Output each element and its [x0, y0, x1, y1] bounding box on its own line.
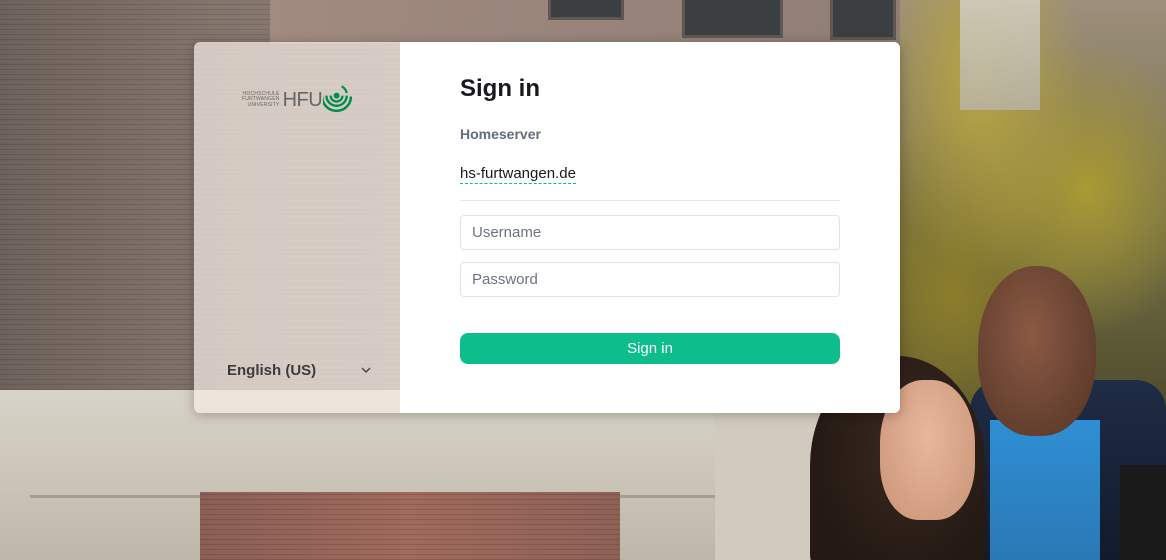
building-window	[830, 0, 896, 40]
login-card: HOCHSCHULE FURTWANGEN UNIVERSITY HFU Eng…	[194, 42, 900, 413]
divider	[460, 200, 840, 201]
password-input[interactable]	[460, 262, 840, 297]
person-shirt	[990, 420, 1100, 560]
login-form-panel: Sign in Homeserver hs-furtwangen.de Sign…	[400, 42, 900, 413]
hfu-logo: HOCHSCHULE FURTWANGEN UNIVERSITY HFU	[242, 78, 352, 122]
homeserver-label: Homeserver	[460, 126, 541, 142]
logo-text: HFU	[282, 89, 323, 111]
username-input[interactable]	[460, 215, 840, 250]
logo-arcs-icon	[323, 85, 352, 113]
language-label: English (US)	[227, 361, 317, 379]
building-window	[548, 0, 624, 20]
logo-university-name: HOCHSCHULE FURTWANGEN UNIVERSITY	[242, 91, 280, 109]
brand-panel: HOCHSCHULE FURTWANGEN UNIVERSITY HFU Eng…	[194, 42, 400, 413]
language-selector[interactable]: English (US)	[227, 358, 372, 382]
sign-in-button[interactable]: Sign in	[460, 333, 840, 364]
laptop	[1120, 465, 1166, 560]
building-window	[682, 0, 783, 38]
lower-brick-wall	[200, 492, 620, 560]
logo-line: UNIVERSITY	[247, 101, 280, 108]
person-head	[978, 266, 1096, 436]
chevron-down-icon	[360, 364, 372, 376]
page-title: Sign in	[460, 75, 540, 102]
homeserver-link[interactable]: hs-furtwangen.de	[460, 165, 576, 184]
distant-building	[960, 0, 1040, 110]
